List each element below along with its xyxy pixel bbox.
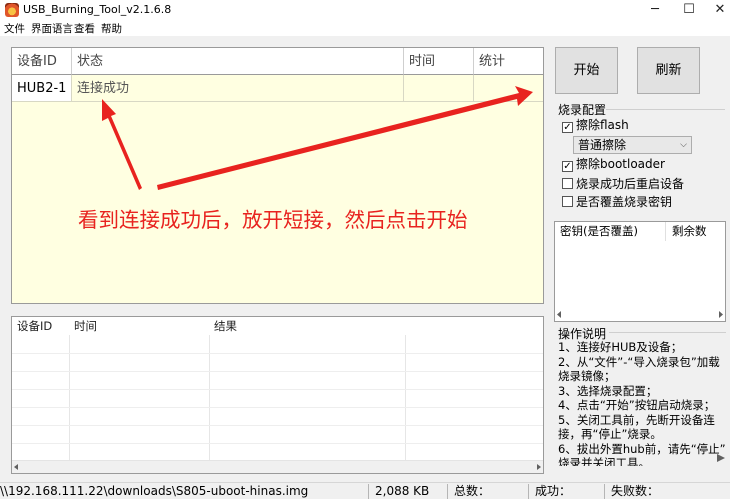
start-button[interactable]: 开始 [555,47,618,94]
image-path: \\192.168.111.22\downloads\S805-uboot-hi… [0,484,309,498]
device-id-cell[interactable]: HUB2-1 [12,75,72,102]
instruction-line: 5、关闭工具前，先断开设备连 [558,412,715,427]
checkbox-unchecked-icon[interactable] [562,196,573,207]
chevron-down-icon[interactable]: ⌵ [680,137,687,153]
log-row-line [12,371,543,372]
log-column-time[interactable]: 时间 [69,317,209,335]
checkbox-unchecked-icon[interactable] [562,178,573,189]
log-row-line [12,407,543,408]
resize-grip-icon[interactable] [716,453,726,463]
image-size: 2,088 KB [375,484,430,498]
instruction-line: 6、拔出外置hub前，请先“停止” [558,441,726,456]
scroll-right-icon[interactable] [719,311,723,318]
device-table[interactable]: 设备ID 状态 时间 统计 HUB2-1 连接成功 [11,47,544,304]
device-time-cell[interactable] [404,75,474,102]
instruction-line: 2、从“文件”-“导入烧录包”加载 [558,354,720,369]
overwrite-key-checkbox[interactable]: 是否覆盖烧录密钥 [562,194,672,210]
total-count-label: 总数： [454,484,491,498]
minimize-button[interactable]: ─ [640,0,670,20]
status-bar: \\192.168.111.22\downloads\S805-uboot-hi… [0,482,730,499]
burn-config-divider [606,109,725,110]
annotation-text: 看到连接成功后，放开短接，然后点击开始 [78,208,468,232]
app-icon [5,3,19,17]
status-divider [368,484,369,499]
erase-mode-select[interactable]: 普通擦除 ⌵ [573,136,692,154]
status-divider [528,484,529,499]
instruction-line: 烧录并关闭工具。 [558,456,650,466]
refresh-button[interactable]: 刷新 [637,47,700,94]
menu-file[interactable]: 文件 [4,21,25,36]
log-row-line [12,353,543,354]
status-divider [604,484,605,499]
instructions-divider [609,332,726,333]
scroll-right-icon[interactable] [537,464,541,470]
close-button[interactable]: ✕ [705,0,730,20]
instructions-box: 1、连接好HUB及设备； 2、从“文件”-“导入烧录包”加载 烧录镜像； 3、选… [558,340,728,466]
scroll-left-icon[interactable] [14,464,18,470]
key-column-remaining[interactable]: 剩余数 [667,222,725,241]
instruction-line: 烧录镜像； [558,369,616,383]
success-count-label: 成功： [535,484,572,498]
key-column-name[interactable]: 密钥(是否覆盖) [555,222,665,241]
erase-flash-label: 擦除flash [576,118,629,132]
checkbox-checked-icon[interactable]: ✓ [562,161,573,172]
key-horizontal-scrollbar[interactable] [555,308,725,321]
column-stats[interactable]: 统计 [474,48,543,75]
log-row-line [12,443,543,444]
maximize-button[interactable]: ☐ [674,0,704,20]
log-column-device-id[interactable]: 设备ID [12,317,69,335]
reboot-after-label: 烧录成功后重启设备 [576,177,685,191]
key-table[interactable]: 密钥(是否覆盖) 剩余数 [554,221,726,322]
instruction-line: 1、连接好HUB及设备； [558,340,683,354]
erase-bootloader-checkbox[interactable]: ✓ 擦除bootloader [562,156,665,172]
log-row-line [12,389,543,390]
log-column-result[interactable]: 结果 [209,317,409,335]
column-status[interactable]: 状态 [72,48,404,75]
overwrite-key-label: 是否覆盖烧录密钥 [576,195,673,209]
erase-mode-value: 普通擦除 [578,138,627,152]
fail-count-label: 失败数： [611,484,660,498]
device-stats-cell[interactable] [474,75,543,102]
instruction-line: 3、选择烧录配置； [558,383,658,398]
checkbox-checked-icon[interactable]: ✓ [562,122,573,133]
menu-language[interactable]: 界面语言 [31,21,73,36]
log-table[interactable]: 设备ID 时间 结果 [11,316,544,474]
instruction-line: 接，再“停止”烧录。 [558,427,662,441]
status-divider [447,484,448,499]
device-status-cell[interactable]: 连接成功 [72,75,404,102]
log-horizontal-scrollbar[interactable] [12,460,543,473]
erase-bootloader-label: 擦除bootloader [576,157,665,171]
log-row-line [12,425,543,426]
column-time[interactable]: 时间 [404,48,474,75]
erase-flash-checkbox[interactable]: ✓ 擦除flash [562,117,629,133]
burn-config-title: 烧录配置 [558,103,607,117]
reboot-after-checkbox[interactable]: 烧录成功后重启设备 [562,176,684,192]
window-title: USB_Burning_Tool_v2.1.6.8 [23,3,172,16]
key-divider [665,222,666,241]
scroll-left-icon[interactable] [557,311,561,318]
column-device-id[interactable]: 设备ID [12,48,72,75]
instruction-line: 4、点击“开始”按钮启动烧录； [558,398,716,412]
menu-help[interactable]: 帮助 [101,21,122,36]
menu-view[interactable]: 查看 [74,21,95,36]
